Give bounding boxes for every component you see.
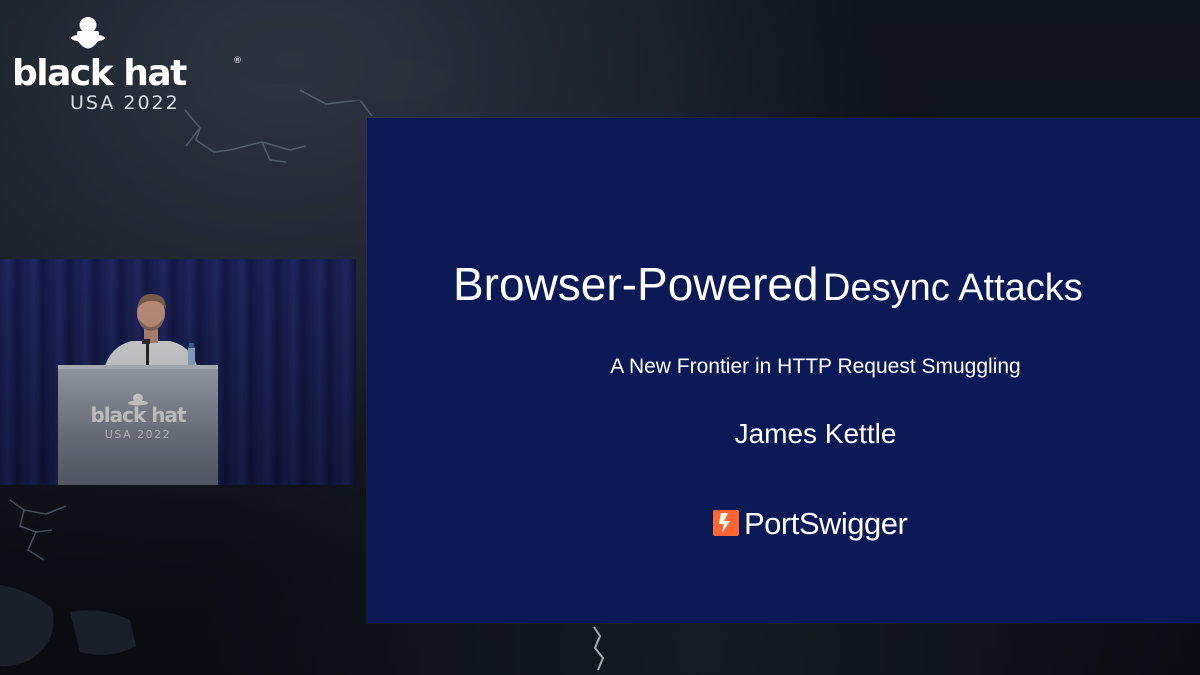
podium: black hat USA 2022 (58, 365, 218, 485)
podium-brand-text: black hat (90, 403, 186, 427)
company-name: PortSwigger (744, 506, 908, 541)
slide-title-part1: Browser-Powered (453, 258, 819, 310)
slide-title: Browser-Powered Desync Attacks (453, 256, 1198, 324)
registered-mark: ® (233, 56, 242, 66)
slide-subtitle: A New Frontier in HTTP Request Smuggling (610, 355, 1021, 378)
event-logo: black hat ® USA 2022 (12, 16, 242, 114)
lightning-bolt-icon (713, 510, 739, 536)
event-edition-text: USA 2022 (70, 92, 180, 114)
speaker-video-panel: black hat USA 2022 (0, 259, 356, 485)
hat-silhouette-icon (71, 17, 105, 49)
stage-background: black hat ® USA 2022 black hat USA 2022 (0, 0, 1200, 675)
presentation-slide: Browser-Powered Desync Attacks A New Fro… (367, 118, 1200, 623)
slide-title-part2: Desync Attacks (823, 267, 1083, 309)
slide-author: James Kettle (734, 418, 897, 449)
podium-edition-text: USA 2022 (104, 428, 172, 441)
event-brand-text: black hat (12, 53, 187, 94)
